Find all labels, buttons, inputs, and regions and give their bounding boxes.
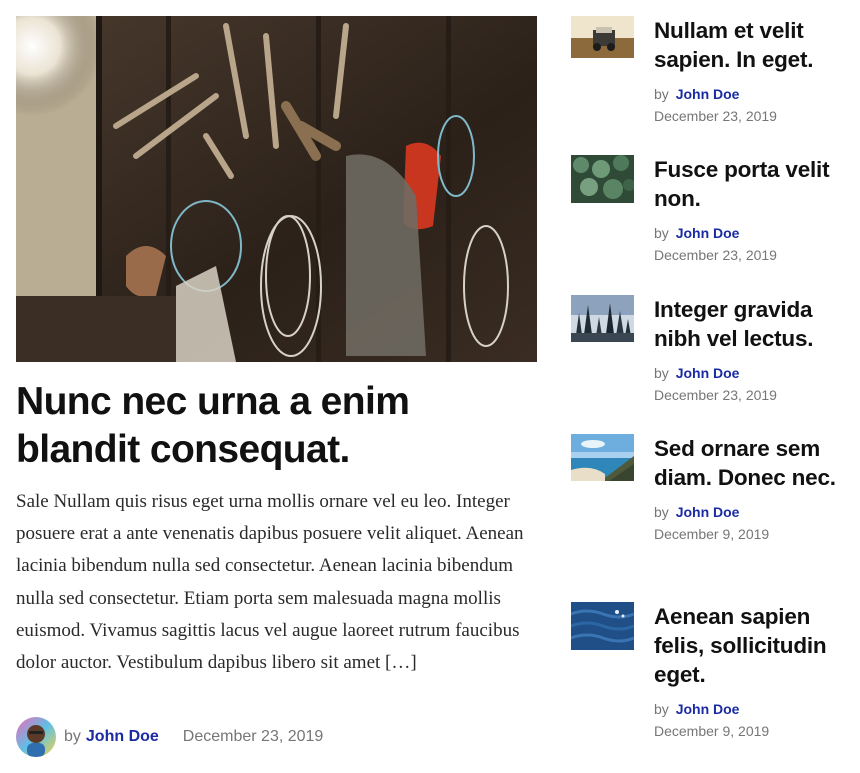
post-date: December 9, 2019 [654,526,770,542]
post-date: December 23, 2019 [182,728,324,745]
post-body: Integer gravida nibh vel lectus. by John… [654,295,854,405]
post-byline: by John Doe [654,84,854,104]
post-body: Aenean sapien felis, sollicitudin eget. … [654,602,854,741]
post-thumbnail[interactable] [571,434,634,481]
post-thumbnail[interactable] [571,155,634,203]
post-byline: by John Doe [654,699,854,719]
byline-prefix: by [654,225,669,241]
byline-prefix: by [654,86,669,102]
author-link[interactable]: John Doe [86,728,159,746]
post-body: Nullam et velit sapien. In eget. by John… [654,16,854,126]
author-avatar[interactable] [16,717,56,757]
post-body: Fusce porta velit non. by John Doe Decem… [654,155,854,265]
byline-prefix: by [654,504,669,520]
author-link[interactable]: John Doe [676,701,740,717]
post-thumbnail[interactable] [571,16,634,58]
post-thumbnail[interactable] [571,602,634,650]
post-title[interactable]: Integer gravida nibh vel lectus. [654,295,854,353]
author-link[interactable]: John Doe [676,225,740,241]
featured-post: Nunc nec urna a enim blandit consequat. … [16,16,537,757]
post-date: December 23, 2019 [654,247,777,263]
post-title[interactable]: Sed ornare sem diam. Donec nec. [654,434,854,492]
featured-post-image[interactable] [16,16,537,362]
author-link[interactable]: John Doe [676,86,740,102]
author-link[interactable]: John Doe [676,365,740,381]
featured-post-title[interactable]: Nunc nec urna a enim blandit consequat. [16,378,537,474]
featured-post-meta: by John Doe December 23, 2019 [16,717,323,757]
featured-post-excerpt: Sale Nullam quis risus eget urna mollis … [16,491,524,674]
post-title[interactable]: Aenean sapien felis, sollicitudin eget. [654,602,854,689]
post-body: Sed ornare sem diam. Donec nec. by John … [654,434,854,544]
post-byline: by John Doe [654,363,854,383]
byline-prefix: by [64,728,81,745]
byline-prefix: by [654,701,669,717]
post-byline: by John Doe [654,223,854,243]
author-link[interactable]: John Doe [676,504,740,520]
post-byline: by John Doe [654,502,854,522]
byline-prefix: by [654,365,669,381]
post-title[interactable]: Fusce porta velit non. [654,155,854,213]
post-date: December 23, 2019 [654,108,777,124]
post-date: December 23, 2019 [654,387,777,403]
post-date: December 9, 2019 [654,723,770,739]
post-title[interactable]: Nullam et velit sapien. In eget. [654,16,854,74]
post-thumbnail[interactable] [571,295,634,342]
